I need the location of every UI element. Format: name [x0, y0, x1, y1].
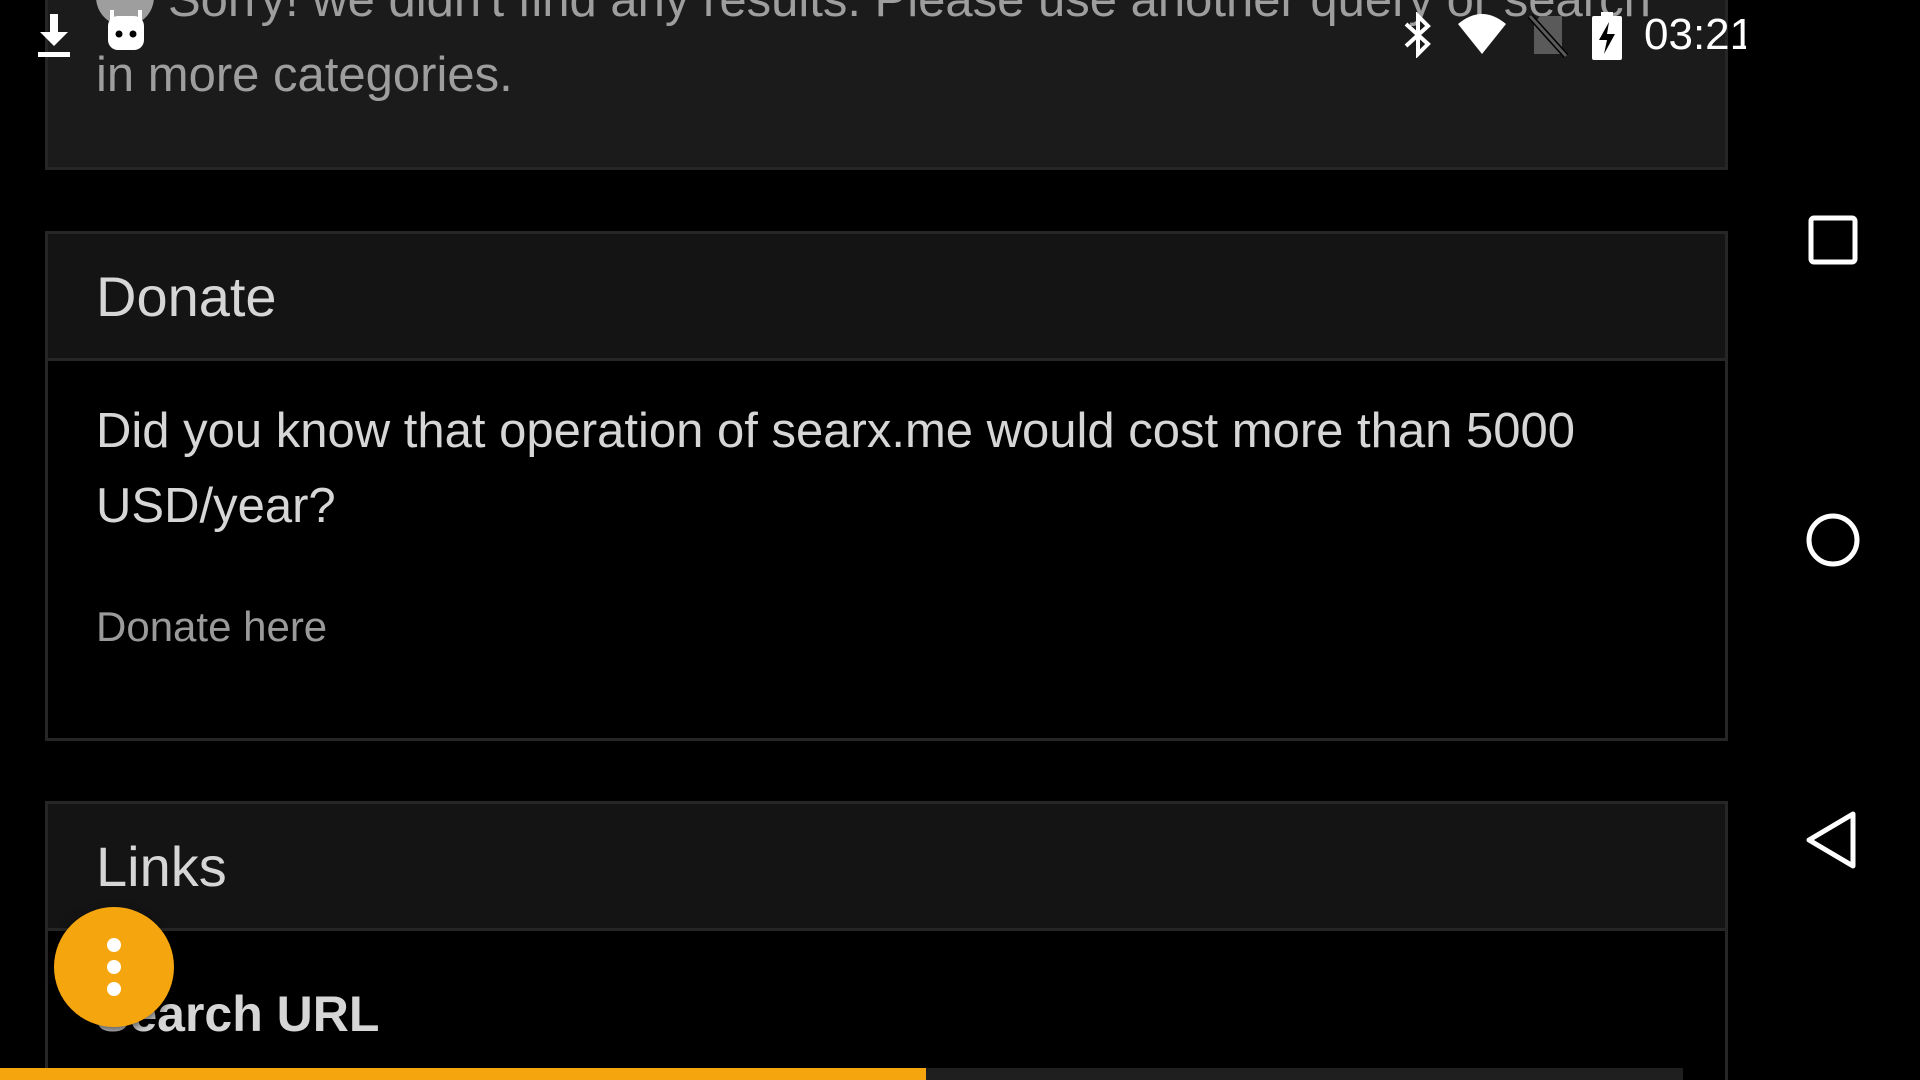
donate-panel-heading: Donate — [48, 234, 1725, 361]
status-bar: 03:21 — [0, 0, 1754, 70]
no-sim-icon — [1528, 13, 1568, 58]
browser-screen: Sorry! we didn't find any results. Pleas… — [0, 0, 1920, 1080]
download-icon — [38, 14, 70, 57]
donate-here-link[interactable]: Donate here — [96, 597, 327, 657]
page-load-progress — [0, 1068, 1683, 1080]
more-options-button[interactable] — [54, 907, 174, 1027]
home-button[interactable] — [1793, 500, 1873, 580]
bluetooth-icon — [1404, 12, 1431, 58]
recents-button[interactable] — [1793, 200, 1873, 280]
battery-charging-icon — [1592, 12, 1622, 60]
donate-title: Donate — [96, 265, 277, 328]
web-content[interactable]: Sorry! we didn't find any results. Pleas… — [0, 0, 1746, 1080]
navigation-bar — [1746, 0, 1920, 1080]
links-panel: Links Search URL — [45, 801, 1728, 1080]
wifi-icon — [1458, 14, 1506, 54]
status-clock: 03:21 — [1644, 10, 1755, 59]
donate-text: Did you know that operation of searx.me … — [96, 404, 1575, 533]
overflow-dot — [107, 982, 121, 996]
donate-panel: Donate Did you know that operation of se… — [45, 231, 1728, 741]
back-button[interactable] — [1793, 800, 1873, 880]
overflow-dot — [107, 960, 121, 974]
links-panel-heading: Links — [48, 804, 1725, 931]
android-debug-icon — [108, 10, 144, 50]
overflow-dot — [107, 938, 121, 952]
links-title: Links — [96, 835, 227, 898]
page-load-progress-fill — [0, 1068, 926, 1080]
